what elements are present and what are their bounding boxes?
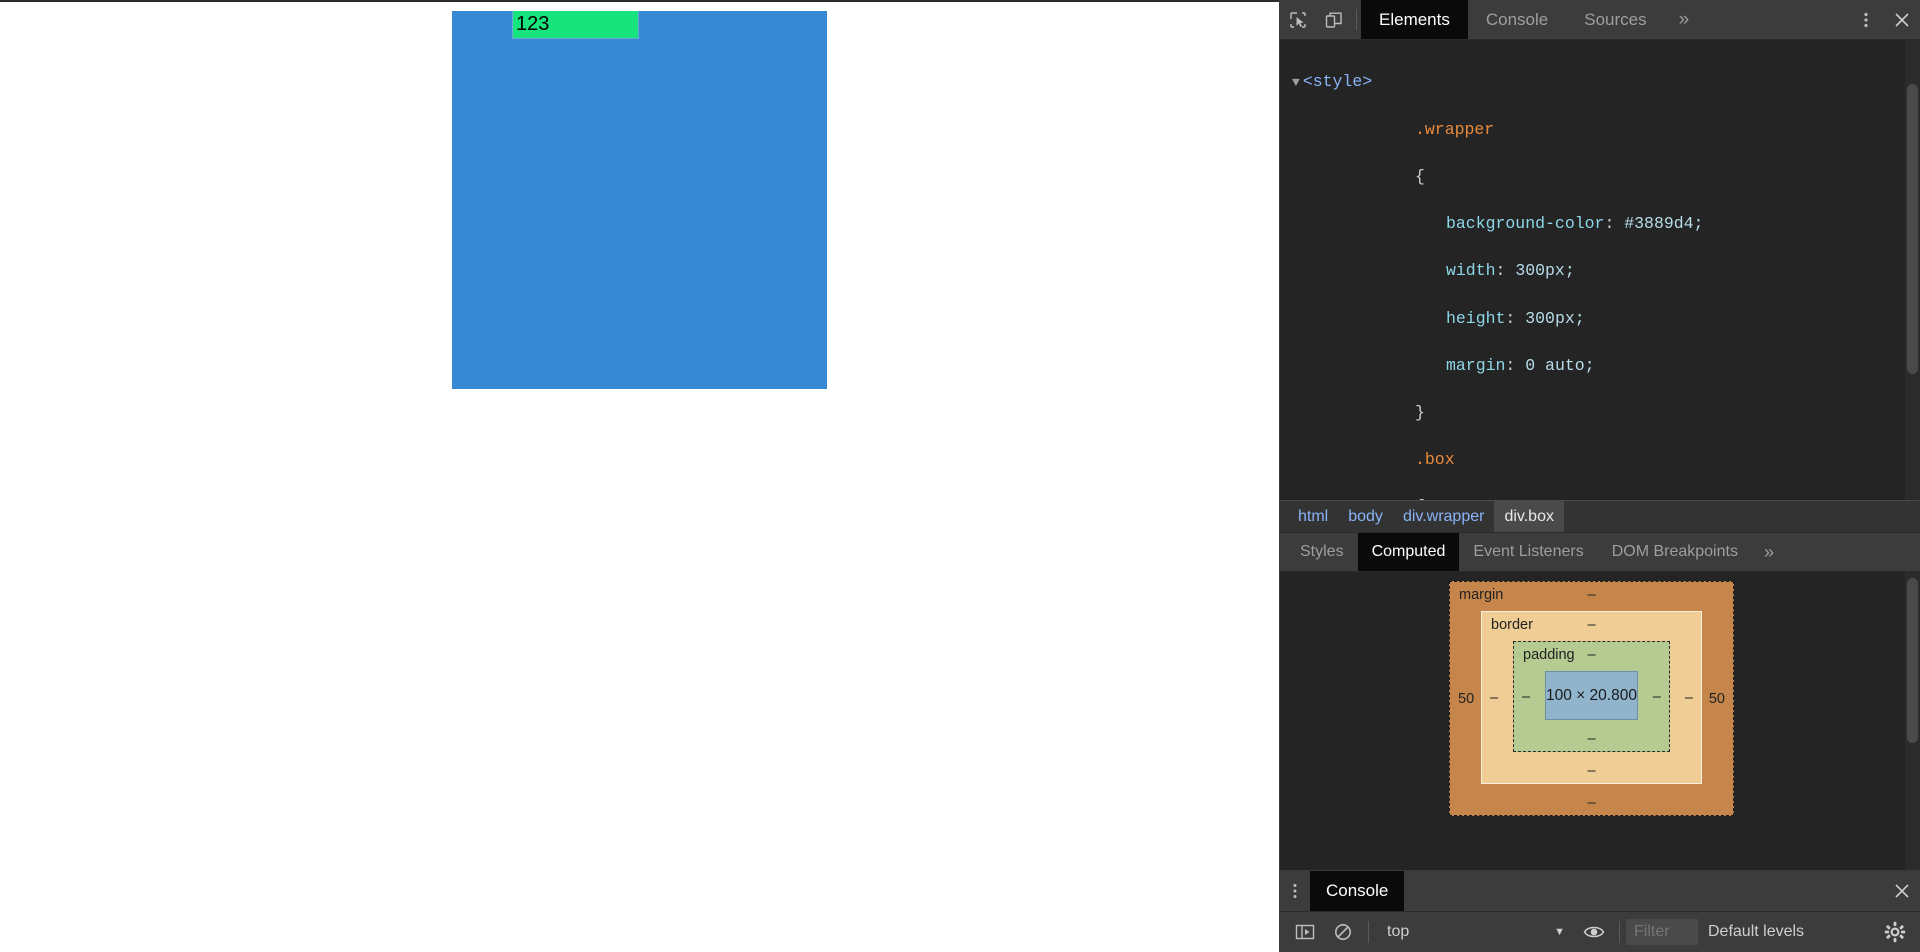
sidebar-tab-more-icon[interactable]: » <box>1752 533 1786 571</box>
box-model-padding-top[interactable]: – <box>1514 647 1669 663</box>
drawer-tab-bar: Console <box>1280 871 1920 912</box>
tab-elements[interactable]: Elements <box>1361 0 1468 39</box>
div-box[interactable]: 123 <box>512 10 639 39</box>
dom-line-open-brace-1[interactable]: { <box>1280 165 1920 189</box>
box-model-content-box[interactable]: 100 × 20.800 <box>1545 671 1638 720</box>
console-toolbar: top ▼ Default levels <box>1280 912 1920 952</box>
box-model-padding-bottom[interactable]: – <box>1514 731 1669 747</box>
tab-styles[interactable]: Styles <box>1286 533 1358 571</box>
dom-line-box-selector[interactable]: .box <box>1280 448 1920 472</box>
drawer-tab-console[interactable]: Console <box>1310 871 1405 911</box>
drawer-kebab-menu-icon[interactable] <box>1280 871 1310 911</box>
inspect-element-icon[interactable] <box>1280 0 1316 39</box>
console-context-value: top <box>1387 923 1410 940</box>
console-drawer: Console top ▼ Filter Default levels <box>1280 870 1920 952</box>
drawer-tab-spacer <box>1404 871 1884 911</box>
chevron-down-icon: ▼ <box>1554 926 1565 938</box>
box-model-padding-box[interactable]: padding – – – – 100 × 20.800 <box>1513 641 1670 752</box>
dom-tree[interactable]: ▼ <style> .wrapper { background-color: #3… <box>1280 40 1920 500</box>
box-model-margin-right[interactable]: 50 <box>1709 691 1725 707</box>
devtools-tab-list: Elements Console Sources » <box>1361 0 1703 39</box>
drawer-close-icon[interactable] <box>1884 871 1920 911</box>
dom-line-wrapper-width[interactable]: width: 300px; <box>1280 259 1920 283</box>
tab-more-icon[interactable]: » <box>1665 0 1704 39</box>
box-model-border-bottom[interactable]: – <box>1482 763 1701 779</box>
tab-event-listeners[interactable]: Event Listeners <box>1459 533 1597 571</box>
breadcrumb-item-html[interactable]: html <box>1288 501 1338 532</box>
box-model-padding-right[interactable]: – <box>1653 689 1661 705</box>
breadcrumb-item-div-box[interactable]: div.box <box>1494 501 1564 532</box>
console-sidebar-icon[interactable] <box>1286 913 1324 951</box>
breadcrumb-item-div-wrapper[interactable]: div.wrapper <box>1393 501 1495 532</box>
dom-line-wrapper-height[interactable]: height: 300px; <box>1280 307 1920 331</box>
elements-scrollbar-thumb[interactable] <box>1907 84 1918 374</box>
page-viewport: 123 <box>0 0 1279 952</box>
dom-line-wrapper-bg[interactable]: background-color: #3889d4; <box>1280 212 1920 236</box>
gear-icon[interactable] <box>1876 913 1914 951</box>
close-icon[interactable] <box>1884 0 1920 39</box>
device-toolbar-icon[interactable] <box>1316 0 1352 39</box>
clear-console-icon[interactable] <box>1324 913 1362 951</box>
box-model-diagram[interactable]: margin – – 50 50 border – – – – padding … <box>1449 581 1734 816</box>
box-model-border-box[interactable]: border – – – – padding – – – – 100 × 20.… <box>1481 611 1702 784</box>
tab-dom-breakpoints[interactable]: DOM Breakpoints <box>1598 533 1752 571</box>
box-model-border-right[interactable]: – <box>1685 690 1693 706</box>
breadcrumb: html body div.wrapper div.box <box>1280 500 1920 533</box>
dom-line-open-brace-2[interactable]: { <box>1280 495 1920 500</box>
dom-line-style-open[interactable]: ▼ <style> <box>1280 70 1920 95</box>
dom-line-wrapper-selector[interactable]: .wrapper <box>1280 118 1920 142</box>
breadcrumb-item-body[interactable]: body <box>1338 501 1393 532</box>
elements-tree-pane[interactable]: ▼ <style> .wrapper { background-color: #3… <box>1280 40 1920 500</box>
toolbar-divider <box>1356 9 1357 30</box>
computed-pane: margin – – 50 50 border – – – – padding … <box>1280 572 1920 870</box>
div-wrapper[interactable]: 123 <box>452 10 827 389</box>
tab-sources[interactable]: Sources <box>1566 0 1664 39</box>
devtools-toolbar-right <box>1848 0 1920 39</box>
box-model-margin-top[interactable]: – <box>1450 587 1733 603</box>
console-filter-input[interactable] <box>1626 919 1698 945</box>
sidebar-tab-list: Styles Computed Event Listeners DOM Brea… <box>1280 533 1920 572</box>
live-expression-icon[interactable] <box>1575 913 1613 951</box>
box-model-padding-left[interactable]: – <box>1522 689 1530 705</box>
box-model-margin-left[interactable]: 50 <box>1458 691 1474 707</box>
console-log-levels-dropdown[interactable]: Default levels <box>1698 923 1814 941</box>
box-model-border-top[interactable]: – <box>1482 617 1701 633</box>
console-context-selector[interactable]: top ▼ <box>1375 923 1575 941</box>
twisty-icon[interactable]: ▼ <box>1292 75 1303 90</box>
kebab-menu-icon[interactable] <box>1848 0 1884 39</box>
box-model-border-left[interactable]: – <box>1490 690 1498 706</box>
tab-console[interactable]: Console <box>1468 0 1566 39</box>
computed-scrollbar-thumb[interactable] <box>1907 578 1918 743</box>
dom-line-wrapper-margin[interactable]: margin: 0 auto; <box>1280 354 1920 378</box>
devtools-toolbar: Elements Console Sources » <box>1280 0 1920 40</box>
box-model-margin-bottom[interactable]: – <box>1450 795 1733 811</box>
devtools-panel: Elements Console Sources » ▼ <style> .wr… <box>1279 0 1920 952</box>
browser-window: 123 Elements Console Sources » ▼ <style>… <box>0 0 1920 952</box>
console-toolbar-divider-1 <box>1368 921 1369 943</box>
tab-computed[interactable]: Computed <box>1357 533 1460 571</box>
console-toolbar-divider-2 <box>1619 921 1620 943</box>
dom-line-close-brace-1[interactable]: } <box>1280 401 1920 425</box>
